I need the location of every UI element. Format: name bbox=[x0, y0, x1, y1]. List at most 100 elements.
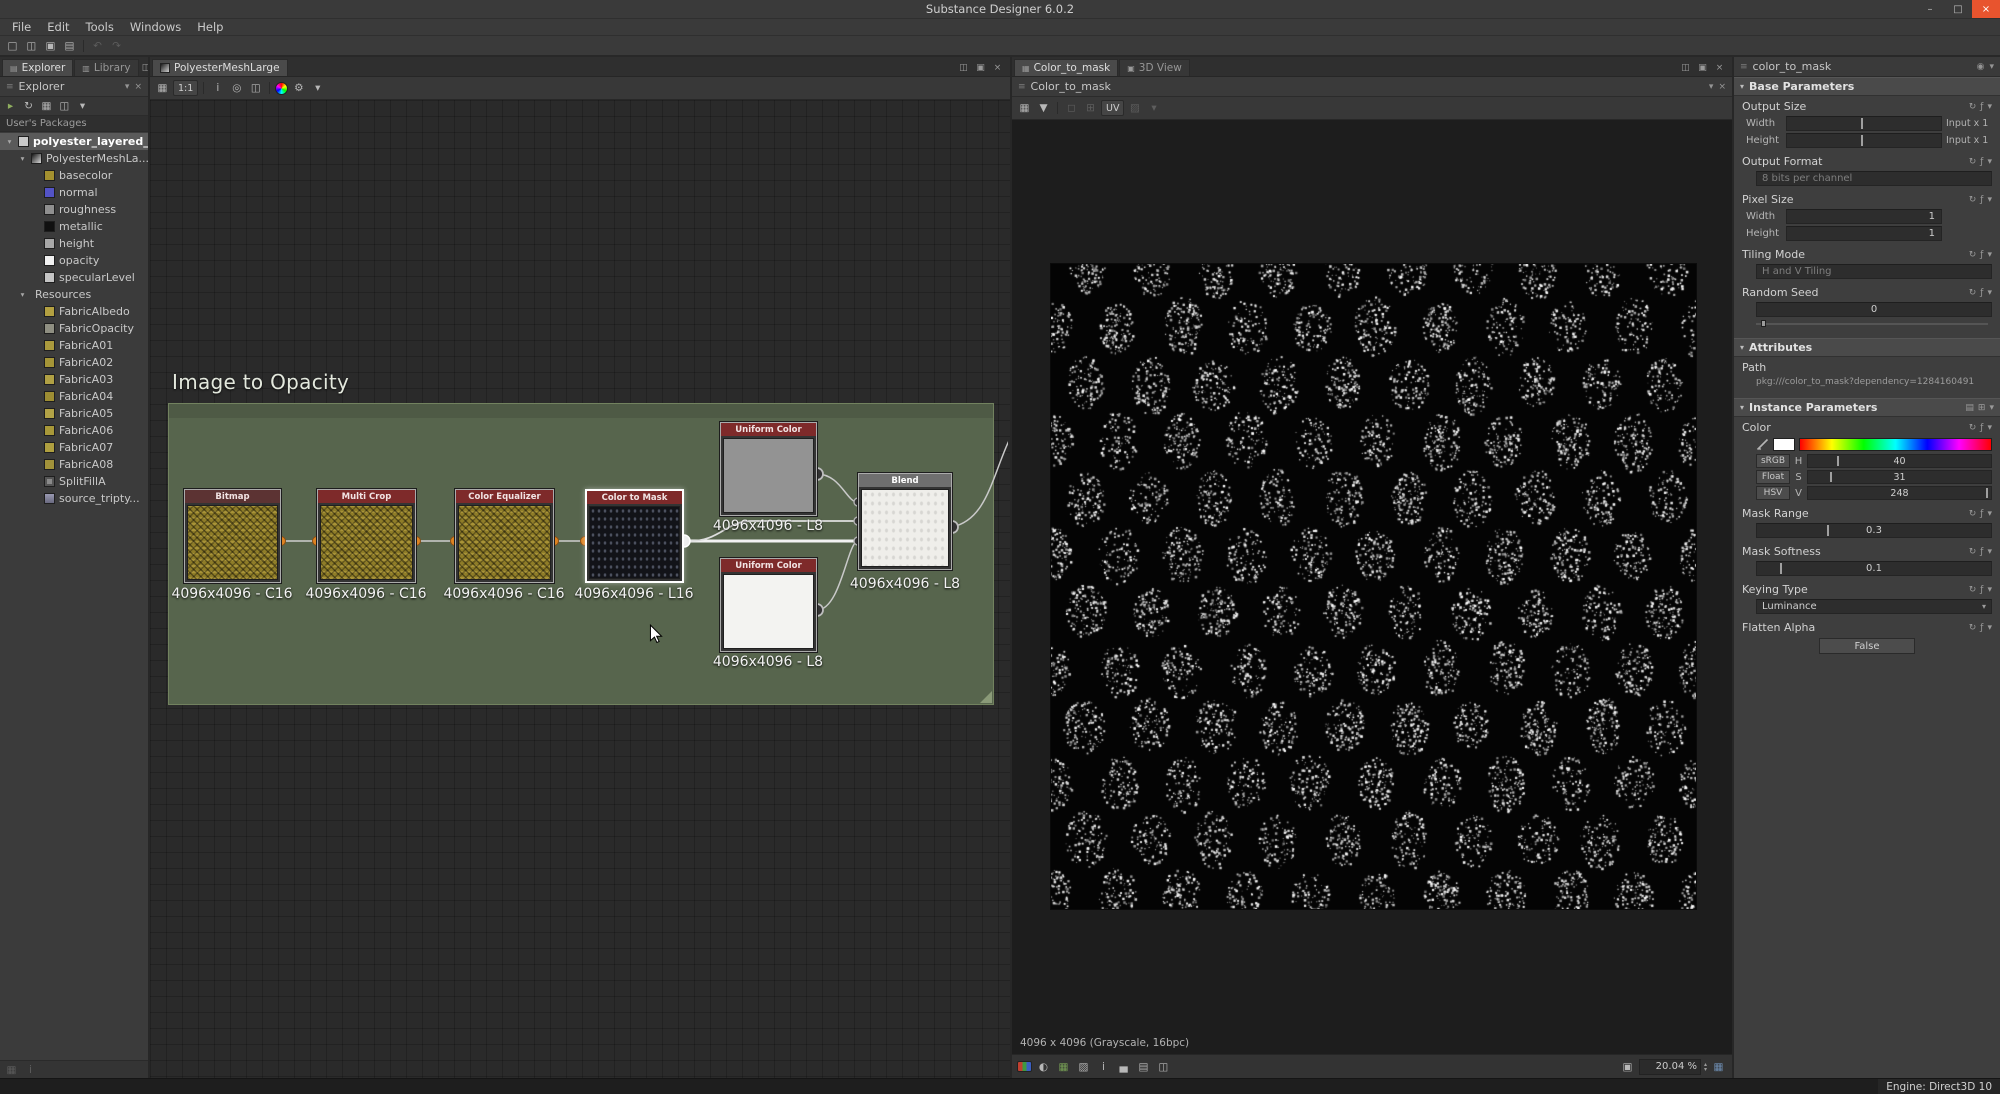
tree-item-fabrica02[interactable]: FabricA02 bbox=[0, 354, 148, 371]
zoom-spinners[interactable]: ▴▾ bbox=[1704, 1062, 1707, 1072]
reset-icon[interactable]: ↻ bbox=[1969, 585, 1977, 595]
channels-icon[interactable] bbox=[1017, 1061, 1032, 1072]
reset-icon[interactable]: ↻ bbox=[1969, 423, 1977, 433]
link-views-icon[interactable]: ◫ bbox=[247, 80, 264, 96]
dropdown-icon[interactable]: ▾ bbox=[309, 80, 326, 96]
function-icon[interactable]: ƒ bbox=[1980, 547, 1983, 557]
reset-icon[interactable]: ↻ bbox=[1969, 157, 1977, 167]
function-icon[interactable]: ƒ bbox=[1980, 157, 1983, 167]
random-seed-slider[interactable] bbox=[1756, 319, 1988, 328]
function-icon[interactable]: ƒ bbox=[1980, 195, 1983, 205]
tree-item-resources[interactable]: ▾Resources bbox=[0, 286, 148, 303]
function-icon[interactable]: ƒ bbox=[1980, 102, 1983, 112]
keying-type-select[interactable]: Luminance ▾ bbox=[1756, 599, 1992, 614]
close-icon[interactable]: × bbox=[991, 63, 1004, 73]
menu-icon[interactable]: ▾ bbox=[1989, 403, 1994, 413]
close-icon[interactable]: × bbox=[134, 82, 142, 92]
add-icon[interactable]: ⊞ bbox=[1978, 403, 1986, 413]
color-wheel-icon[interactable] bbox=[275, 82, 288, 95]
texture-canvas[interactable] bbox=[1050, 263, 1697, 910]
menu-icon[interactable]: ▾ bbox=[1987, 623, 1992, 633]
new-package-icon[interactable]: □ bbox=[4, 38, 21, 54]
detach-icon[interactable]: ◫ bbox=[140, 63, 150, 73]
menu-icon[interactable]: ▾ bbox=[1987, 288, 1992, 298]
save-icon[interactable]: ▣ bbox=[42, 38, 59, 54]
menu-icon[interactable]: ▾ bbox=[1987, 157, 1992, 167]
expand-arrow-icon[interactable]: ▾ bbox=[18, 290, 27, 299]
grid-icon[interactable]: ▦ bbox=[1055, 1059, 1072, 1075]
tiling-mode-field[interactable]: H and V Tiling bbox=[1756, 264, 1992, 279]
view2d-canvas[interactable]: 4096 x 4096 (Grayscale, 16bpc) bbox=[1012, 120, 1732, 1054]
reset-icon[interactable]: ↻ bbox=[1969, 288, 1977, 298]
menu-icon[interactable]: ▾ bbox=[1987, 509, 1992, 519]
grid-icon[interactable]: ▦ bbox=[154, 80, 171, 96]
close-button[interactable]: × bbox=[1972, 0, 2000, 18]
value-field[interactable]: 248 bbox=[1807, 486, 1992, 500]
reset-icon[interactable]: ↻ bbox=[1969, 509, 1977, 519]
color-mode-float[interactable]: Float bbox=[1756, 470, 1790, 484]
random-seed-field[interactable]: 0 bbox=[1756, 302, 1992, 317]
tiling-icon[interactable]: ⊞ bbox=[1082, 100, 1099, 116]
tree-item-fabrica04[interactable]: FabricA04 bbox=[0, 388, 148, 405]
tree-item-specularlevel[interactable]: specularLevel bbox=[0, 269, 148, 286]
color-mode-hsv[interactable]: HSV bbox=[1756, 486, 1790, 500]
eyedropper-icon[interactable] bbox=[1756, 438, 1769, 451]
float-icon[interactable]: ▣ bbox=[1696, 63, 1709, 73]
hue-gradient-bar[interactable] bbox=[1799, 438, 1992, 451]
menu-icon[interactable]: ▾ bbox=[1989, 62, 1994, 72]
save-all-icon[interactable]: ▤ bbox=[61, 38, 78, 54]
menu-icon[interactable]: ▾ bbox=[125, 82, 130, 92]
function-icon[interactable]: ƒ bbox=[1980, 623, 1983, 633]
mask-range-field[interactable]: 0.3 bbox=[1756, 523, 1992, 538]
minimize-button[interactable]: – bbox=[1916, 0, 1944, 18]
reset-icon[interactable]: ↻ bbox=[1969, 547, 1977, 557]
function-icon[interactable]: ƒ bbox=[1980, 423, 1983, 433]
play-icon[interactable]: ▸ bbox=[2, 98, 19, 114]
hue-field[interactable]: 40 bbox=[1807, 454, 1992, 468]
settings-icon[interactable]: ⚙ bbox=[290, 80, 307, 96]
pixel-width-field[interactable]: 1 bbox=[1786, 209, 1942, 224]
expand-arrow-icon[interactable]: ▾ bbox=[5, 137, 14, 146]
tree-item-fabrica06[interactable]: FabricA06 bbox=[0, 422, 148, 439]
compare-icon[interactable]: ◫ bbox=[1155, 1059, 1172, 1075]
transform-icon[interactable]: ◻ bbox=[1063, 100, 1080, 116]
export-icon[interactable]: ▼ bbox=[1035, 100, 1052, 116]
focus-icon[interactable]: ◎ bbox=[228, 80, 245, 96]
tree-item-roughness[interactable]: roughness bbox=[0, 201, 148, 218]
graph-canvas[interactable]: Image to Opacity bbox=[150, 100, 1010, 1078]
graph-node-uniform-color[interactable]: Uniform Color bbox=[720, 422, 817, 516]
section-base-parameters[interactable]: ▾ Base Parameters bbox=[1734, 77, 2000, 96]
info-icon[interactable]: i bbox=[22, 1062, 39, 1078]
menu-tools[interactable]: Tools bbox=[78, 19, 122, 35]
reset-icon[interactable]: ↻ bbox=[1969, 195, 1977, 205]
tree-item-normal[interactable]: normal bbox=[0, 184, 148, 201]
output-width-field[interactable] bbox=[1786, 116, 1942, 131]
function-icon[interactable]: ƒ bbox=[1980, 288, 1983, 298]
undo-icon[interactable]: ↶ bbox=[89, 38, 106, 54]
saturation-field[interactable]: 31 bbox=[1807, 470, 1992, 484]
output-height-field[interactable] bbox=[1786, 133, 1942, 148]
graph-node-blend[interactable]: Blend bbox=[858, 473, 952, 570]
output-format-field[interactable]: 8 bits per channel bbox=[1756, 171, 1992, 186]
menu-icon[interactable]: ▾ bbox=[1987, 250, 1992, 260]
alpha-icon[interactable]: ▨ bbox=[1075, 1059, 1092, 1075]
grid-icon[interactable]: ▦ bbox=[1016, 100, 1033, 116]
tree-item-fabrica08[interactable]: FabricA08 bbox=[0, 456, 148, 473]
tree-item-fabrica05[interactable]: FabricA05 bbox=[0, 405, 148, 422]
close-icon[interactable]: × bbox=[1713, 63, 1726, 73]
tree-item-splitfilla[interactable]: SplitFillA bbox=[0, 473, 148, 490]
tree-item-height[interactable]: height bbox=[0, 235, 148, 252]
function-icon[interactable]: ƒ bbox=[1980, 585, 1983, 595]
levels-icon[interactable]: ▤ bbox=[1135, 1059, 1152, 1075]
reset-icon[interactable]: ↻ bbox=[1969, 102, 1977, 112]
redo-icon[interactable]: ↷ bbox=[108, 38, 125, 54]
menu-help[interactable]: Help bbox=[189, 19, 231, 35]
tree-item-metallic[interactable]: metallic bbox=[0, 218, 148, 235]
function-icon[interactable]: ƒ bbox=[1980, 509, 1983, 519]
fit-view-icon[interactable]: ▣ bbox=[1619, 1059, 1636, 1075]
info-icon[interactable]: i bbox=[1095, 1059, 1112, 1075]
menu-icon[interactable]: ▾ bbox=[1987, 102, 1992, 112]
info-icon[interactable]: i bbox=[209, 80, 226, 96]
color-mode-srgb[interactable]: sRGB bbox=[1756, 454, 1790, 468]
expand-icon[interactable]: ▾ bbox=[74, 98, 91, 114]
